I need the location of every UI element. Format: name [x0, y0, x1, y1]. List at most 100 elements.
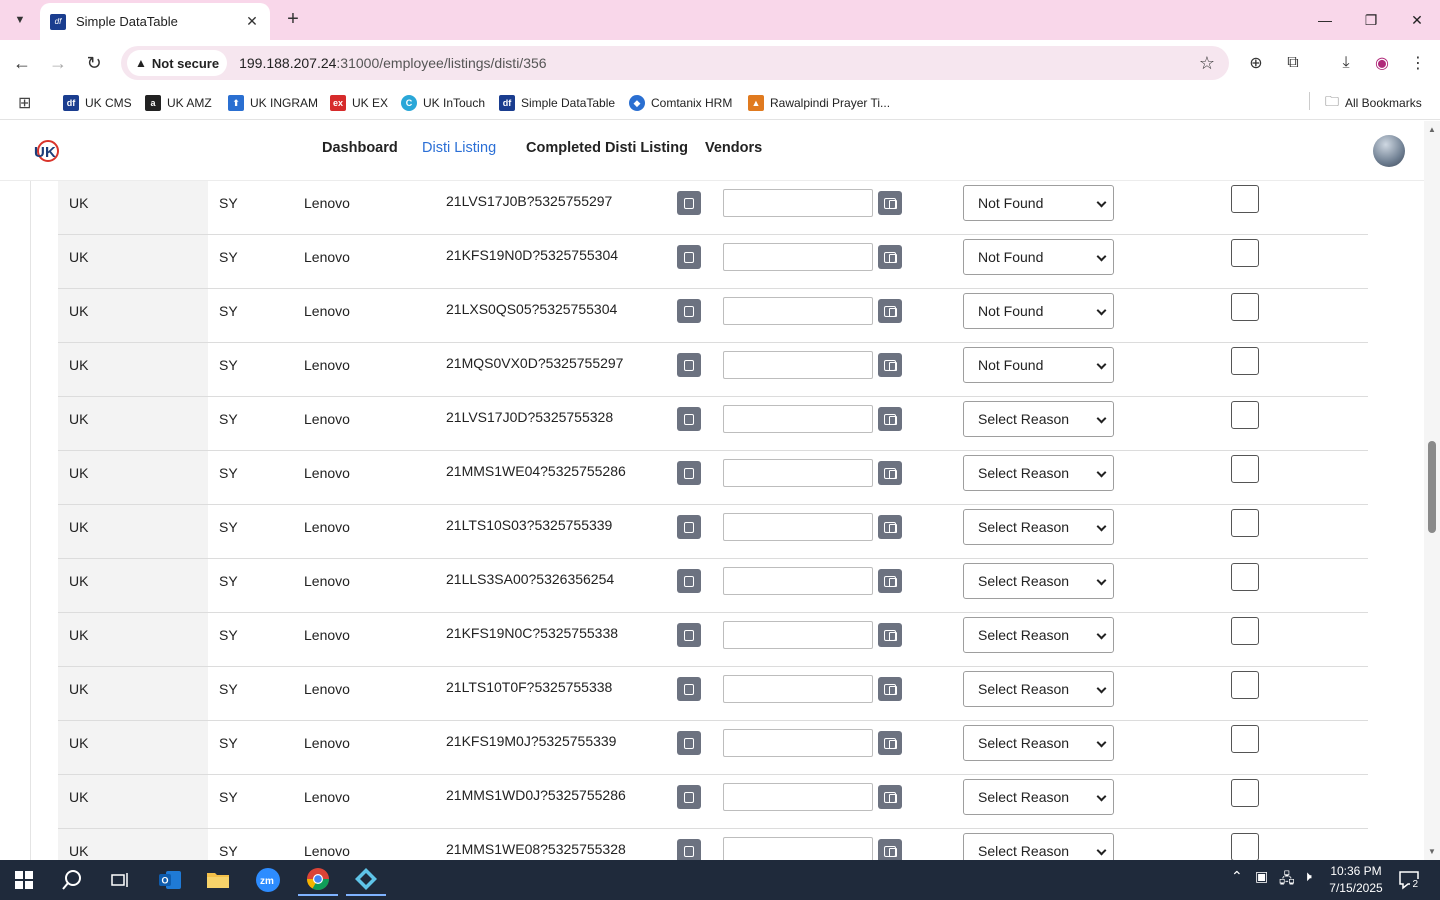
copy-sku-button[interactable]: [677, 353, 701, 377]
row-checkbox[interactable]: [1231, 401, 1259, 429]
row-checkbox[interactable]: [1231, 779, 1259, 807]
outlook-icon[interactable]: O: [150, 864, 190, 896]
paste-button[interactable]: [878, 407, 902, 431]
scroll-thumb[interactable]: [1428, 441, 1436, 533]
bookmark-3[interactable]: ex UK EX: [330, 92, 388, 114]
extensions-puzzle-icon[interactable]: ⧉: [1282, 52, 1304, 74]
reason-select[interactable]: Not Found: [963, 347, 1114, 383]
bookmark-7[interactable]: ▲ Rawalpindi Prayer Ti...: [748, 92, 890, 114]
paste-button[interactable]: [878, 299, 902, 323]
copy-sku-button[interactable]: [677, 461, 701, 485]
security-chip[interactable]: ▲ Not secure: [127, 50, 228, 76]
tab-close-icon[interactable]: ✕: [244, 13, 260, 30]
tray-chevron-up-icon[interactable]: ⌃: [1231, 868, 1243, 885]
reason-select[interactable]: Not Found: [963, 293, 1114, 329]
url-text[interactable]: 199.188.207.24:31000/employee/listings/d…: [239, 55, 546, 71]
network-icon[interactable]: 🖧: [1279, 868, 1295, 892]
value-input[interactable]: [723, 837, 873, 860]
window-close-icon[interactable]: ✕: [1394, 0, 1440, 40]
bookmark-0[interactable]: df UK CMS: [63, 92, 132, 114]
copy-sku-button[interactable]: [677, 731, 701, 755]
taskbar-clock[interactable]: 10:36 PM 7/15/2025: [1318, 863, 1394, 897]
minimize-icon[interactable]: —: [1302, 0, 1348, 40]
restore-icon[interactable]: ❐: [1348, 0, 1394, 40]
copy-sku-button[interactable]: [677, 191, 701, 215]
paste-button[interactable]: [878, 731, 902, 755]
reason-select[interactable]: Select Reason: [963, 833, 1114, 860]
paste-button[interactable]: [878, 515, 902, 539]
reason-select[interactable]: Select Reason: [963, 401, 1114, 437]
copy-sku-button[interactable]: [677, 299, 701, 323]
new-tab-plus-icon[interactable]: +: [282, 8, 304, 30]
reason-select[interactable]: Select Reason: [963, 725, 1114, 761]
nav-completed-disti-listing[interactable]: Completed Disti Listing: [526, 140, 688, 156]
row-checkbox[interactable]: [1231, 455, 1259, 483]
profile-icon[interactable]: ◉: [1371, 52, 1393, 74]
row-checkbox[interactable]: [1231, 347, 1259, 375]
nav-dashboard[interactable]: Dashboard: [322, 140, 398, 156]
volume-muted-icon[interactable]: 🕨: [1303, 868, 1312, 885]
reason-select[interactable]: Select Reason: [963, 779, 1114, 815]
paste-button[interactable]: [878, 569, 902, 593]
zoom-icon[interactable]: zm: [248, 864, 288, 896]
paste-button[interactable]: [878, 461, 902, 485]
task-view-icon[interactable]: [100, 864, 140, 896]
scroll-down-arrow-icon[interactable]: ▼: [1428, 847, 1436, 856]
row-checkbox[interactable]: [1231, 833, 1259, 860]
paste-button[interactable]: [878, 623, 902, 647]
paste-button[interactable]: [878, 353, 902, 377]
reason-select[interactable]: Not Found: [963, 185, 1114, 221]
paste-button[interactable]: [878, 677, 902, 701]
bookmark-6[interactable]: ◆ Comtanix HRM: [629, 92, 732, 114]
row-checkbox[interactable]: [1231, 509, 1259, 537]
value-input[interactable]: [723, 567, 873, 595]
nav-vendors[interactable]: Vendors: [705, 140, 762, 156]
value-input[interactable]: [723, 729, 873, 757]
file-explorer-icon[interactable]: [198, 864, 238, 896]
scroll-up-arrow-icon[interactable]: ▲: [1428, 125, 1436, 134]
tab-search-chevron-icon[interactable]: ▼: [8, 8, 32, 32]
copy-sku-button[interactable]: [677, 623, 701, 647]
bookmark-1[interactable]: a UK AMZ: [145, 92, 212, 114]
value-input[interactable]: [723, 189, 873, 217]
reason-select[interactable]: Select Reason: [963, 509, 1114, 545]
value-input[interactable]: [723, 621, 873, 649]
value-input[interactable]: [723, 297, 873, 325]
bookmark-4[interactable]: C UK InTouch: [401, 92, 485, 114]
download-icon[interactable]: ⤓: [1335, 52, 1357, 74]
chrome-icon[interactable]: [298, 864, 338, 896]
copy-sku-button[interactable]: [677, 407, 701, 431]
forward-arrow-icon[interactable]: →: [45, 50, 71, 76]
browser-tab[interactable]: df Simple DataTable ✕: [40, 3, 270, 40]
back-arrow-icon[interactable]: ←: [9, 50, 35, 76]
value-input[interactable]: [723, 459, 873, 487]
copy-sku-button[interactable]: [677, 839, 701, 860]
value-input[interactable]: [723, 243, 873, 271]
value-input[interactable]: [723, 405, 873, 433]
paste-button[interactable]: [878, 839, 902, 860]
apps-grid-icon[interactable]: ⊞: [18, 93, 31, 113]
taskbar-search-icon[interactable]: [52, 864, 92, 896]
value-input[interactable]: [723, 675, 873, 703]
reason-select[interactable]: Select Reason: [963, 671, 1114, 707]
menu-kebab-icon[interactable]: ⋮: [1407, 52, 1429, 74]
reason-select[interactable]: Select Reason: [963, 563, 1114, 599]
user-avatar[interactable]: [1373, 135, 1405, 167]
app-diamond-icon[interactable]: [346, 864, 386, 896]
address-bar[interactable]: ▲ Not secure 199.188.207.24:31000/employ…: [121, 46, 1229, 80]
translate-globe-icon[interactable]: ⊕: [1245, 52, 1267, 74]
paste-button[interactable]: [878, 191, 902, 215]
copy-sku-button[interactable]: [677, 515, 701, 539]
row-checkbox[interactable]: [1231, 563, 1259, 591]
all-bookmarks[interactable]: 🗀 All Bookmarks: [1325, 92, 1422, 114]
copy-sku-button[interactable]: [677, 677, 701, 701]
row-checkbox[interactable]: [1231, 671, 1259, 699]
copy-sku-button[interactable]: [677, 785, 701, 809]
copy-sku-button[interactable]: [677, 245, 701, 269]
bookmark-2[interactable]: ⬆ UK INGRAM: [228, 92, 318, 114]
bookmark-star-icon[interactable]: ☆: [1199, 53, 1215, 74]
paste-button[interactable]: [878, 245, 902, 269]
row-checkbox[interactable]: [1231, 185, 1259, 213]
row-checkbox[interactable]: [1231, 617, 1259, 645]
value-input[interactable]: [723, 351, 873, 379]
